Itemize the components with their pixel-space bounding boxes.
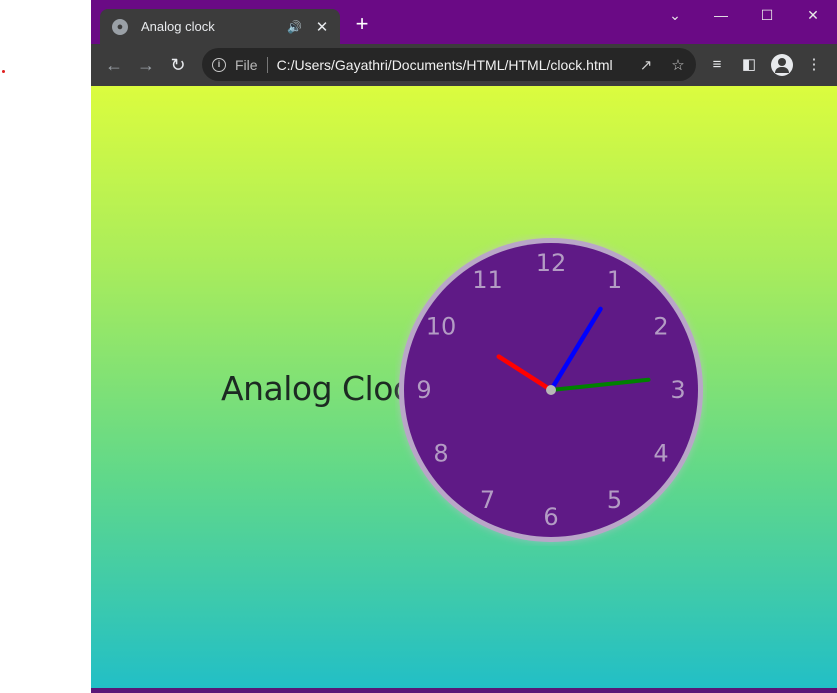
reload-icon[interactable]: ↻ xyxy=(166,53,190,77)
minimize-icon[interactable]: — xyxy=(706,4,736,28)
clock-number: 3 xyxy=(670,376,685,404)
page-viewport: Analog Clock 12 1 2 3 4 5 6 7 8 9 10 11 xyxy=(91,86,837,688)
clock-number: 6 xyxy=(543,503,558,531)
clock-number: 7 xyxy=(480,486,495,514)
browser-window: ● Analog clock 🔊 ✕ + ⌄ — ☐ ✕ ← → ↻ i Fil… xyxy=(91,0,837,693)
clock-number: 10 xyxy=(426,313,457,341)
center-pin xyxy=(546,385,556,395)
media-queue-icon[interactable]: ≡ xyxy=(707,55,727,75)
info-icon[interactable]: i xyxy=(212,57,226,72)
red-dot xyxy=(2,70,5,73)
tab-title: Analog clock xyxy=(141,19,215,34)
star-icon[interactable]: ☆ xyxy=(669,56,687,74)
title-bar: ● Analog clock 🔊 ✕ + ⌄ — ☐ ✕ xyxy=(91,0,837,44)
window-close-icon[interactable]: ✕ xyxy=(798,4,828,28)
clock-number: 12 xyxy=(536,249,567,277)
browser-tab[interactable]: ● Analog clock 🔊 ✕ xyxy=(100,9,340,44)
scheme-label: File xyxy=(235,56,258,73)
share-icon[interactable]: ↗ xyxy=(637,56,655,74)
forward-icon[interactable]: → xyxy=(134,53,158,77)
side-panel-icon[interactable]: ◧ xyxy=(739,55,759,75)
clock-number: 4 xyxy=(653,440,668,468)
page-margin xyxy=(0,0,91,693)
chevron-down-icon[interactable]: ⌄ xyxy=(660,4,690,28)
toolbar: ← → ↻ i File C:/Users/Gayathri/Documents… xyxy=(91,44,837,86)
profile-avatar[interactable] xyxy=(771,54,793,76)
bottom-edge xyxy=(91,688,837,693)
address-bar[interactable]: i File C:/Users/Gayathri/Documents/HTML/… xyxy=(202,48,696,81)
menu-icon[interactable]: ⋮ xyxy=(804,55,824,75)
globe-icon: ● xyxy=(112,18,128,35)
analog-clock: 12 1 2 3 4 5 6 7 8 9 10 11 xyxy=(395,234,707,546)
url-text[interactable]: C:/Users/Gayathri/Documents/HTML/HTML/cl… xyxy=(277,57,613,73)
back-icon[interactable]: ← xyxy=(102,53,126,77)
clock-number: 8 xyxy=(433,440,448,468)
maximize-icon[interactable]: ☐ xyxy=(752,4,782,28)
new-tab-button[interactable]: + xyxy=(351,12,373,36)
clock-svg: 121234567891011 xyxy=(399,238,703,542)
clock-number: 1 xyxy=(607,266,622,294)
clock-number: 9 xyxy=(416,376,431,404)
clock-number: 5 xyxy=(607,486,622,514)
clock-number: 11 xyxy=(472,266,503,294)
separator xyxy=(266,56,268,73)
tab-close-icon[interactable]: ✕ xyxy=(314,18,330,36)
speaker-icon[interactable]: 🔊 xyxy=(287,20,302,34)
clock-number: 2 xyxy=(653,313,668,341)
